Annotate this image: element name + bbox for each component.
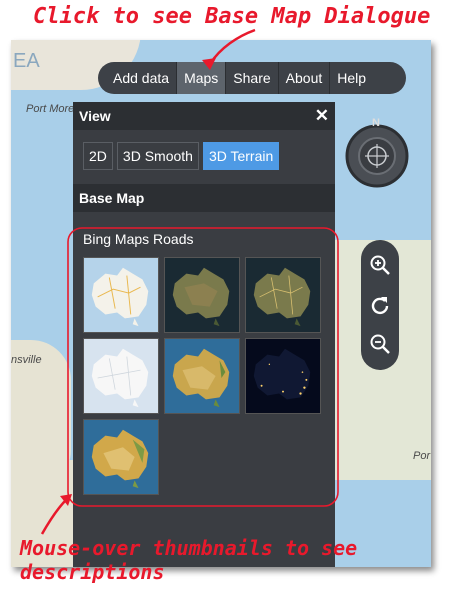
- terrain-map-thumbnail[interactable]: [83, 419, 159, 495]
- base-map-heading: Base Map: [73, 184, 335, 212]
- panel-header: View ✕: [73, 102, 335, 130]
- view-mode-buttons: 2D 3D Smooth 3D Terrain: [83, 142, 280, 170]
- menu-about[interactable]: About: [279, 62, 330, 94]
- natural-earth-map-thumbnail[interactable]: [164, 338, 240, 414]
- annotation-top-text: Click to see Base Map Dialogue: [33, 4, 431, 29]
- zoom-controls: [361, 240, 399, 370]
- annotation-bottom-text-line1: Mouse-over thumbnails to see: [20, 536, 358, 560]
- sea-label: EA: [13, 50, 40, 72]
- top-menu-bar: Add data Maps Share About Help: [98, 62, 406, 94]
- port-label: Por: [413, 450, 431, 462]
- townsville-label: nsville: [11, 354, 42, 366]
- aerial-labels-map-thumbnail[interactable]: [245, 257, 321, 333]
- close-icon[interactable]: ✕: [315, 106, 329, 126]
- compass-control[interactable]: N: [341, 117, 413, 192]
- view-3d-terrain-button[interactable]: 3D Terrain: [202, 142, 280, 170]
- panel-title: View: [79, 108, 111, 124]
- night-lights-map-thumbnail[interactable]: [245, 338, 321, 414]
- selected-base-map-label: Bing Maps Roads: [83, 231, 194, 247]
- view-3d-smooth-button[interactable]: 3D Smooth: [116, 142, 199, 170]
- annotation-bottom-text-line2: descriptions: [20, 560, 165, 584]
- map-viewport[interactable]: EA Port Moresby nsville Por Add data Map…: [11, 40, 431, 567]
- menu-help[interactable]: Help: [330, 62, 373, 94]
- menu-share[interactable]: Share: [226, 62, 277, 94]
- zoom-out-icon[interactable]: [368, 332, 392, 356]
- maps-panel: View ✕ 2D 3D Smooth 3D Terrain Base Map …: [73, 102, 335, 567]
- roads-map-thumbnail[interactable]: [83, 257, 159, 333]
- base-map-thumbnails: [83, 257, 321, 495]
- zoom-in-icon[interactable]: [368, 253, 392, 277]
- view-2d-button[interactable]: 2D: [83, 142, 113, 170]
- compass-north-label: N: [372, 117, 380, 129]
- light-map-thumbnail[interactable]: [83, 338, 159, 414]
- menu-add-data[interactable]: Add data: [106, 62, 176, 94]
- menu-maps[interactable]: Maps: [177, 62, 226, 94]
- reset-view-icon[interactable]: [368, 293, 392, 317]
- aerial-map-thumbnail[interactable]: [164, 257, 240, 333]
